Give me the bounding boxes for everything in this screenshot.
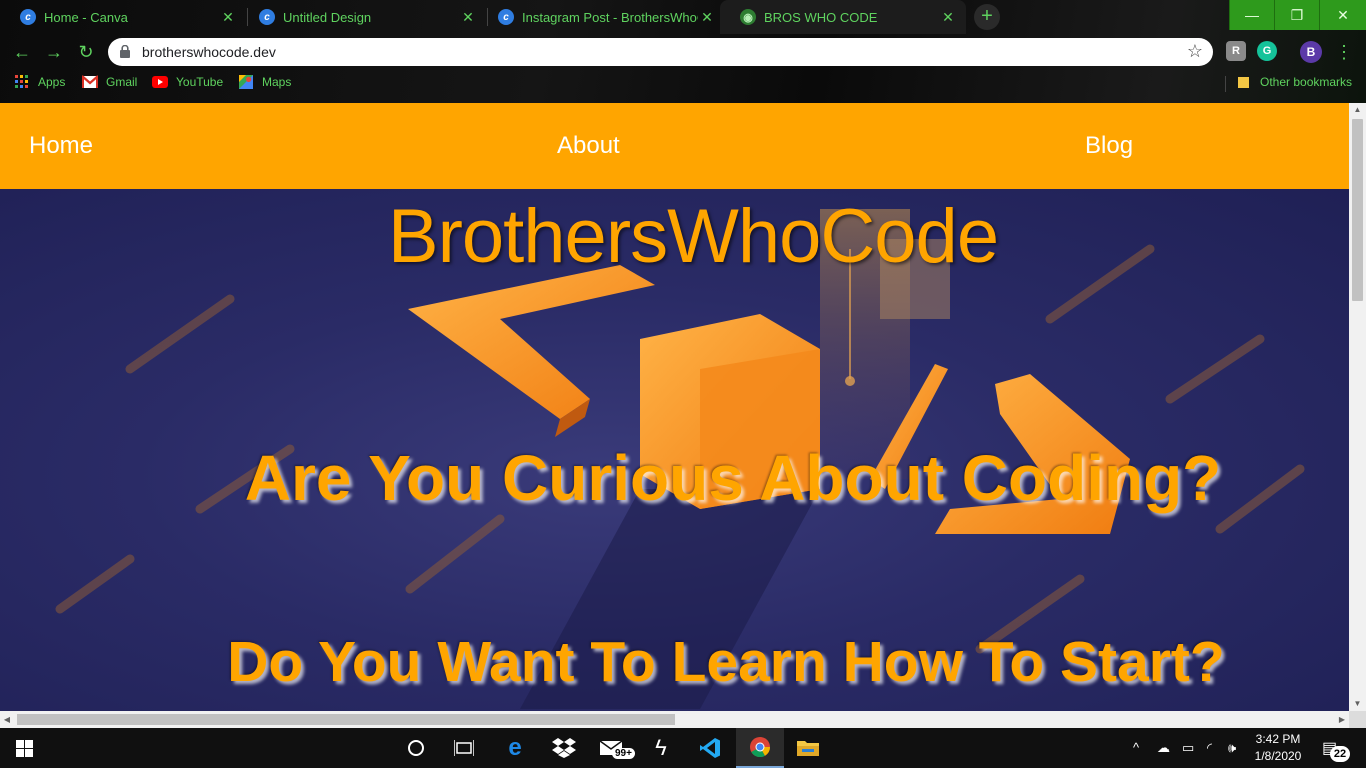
nav-home-link[interactable]: Home	[29, 132, 93, 160]
file-explorer-icon[interactable]	[784, 728, 832, 768]
profile-avatar[interactable]: B	[1300, 41, 1322, 63]
folder-taskbar-icon	[797, 741, 819, 756]
other-bookmarks-label: Other bookmarks	[1260, 75, 1353, 89]
back-icon[interactable]: ←	[10, 40, 34, 64]
other-bookmarks[interactable]: Other bookmarks	[1236, 75, 1352, 89]
mail-badge: 99+	[612, 748, 635, 759]
headline-curious: Are You Curious About Coding?	[244, 442, 1222, 514]
browser-chrome: c Home - Canva ✕ c Untitled Design ✕ c I…	[0, 0, 1366, 103]
close-tab-icon[interactable]: ✕	[460, 9, 476, 25]
tab-home-canva[interactable]: c Home - Canva ✕	[0, 0, 246, 34]
apps-grid-icon	[15, 75, 28, 88]
restore-button[interactable]: ❐	[1274, 0, 1319, 30]
vscode-glyph-icon	[700, 738, 720, 758]
tab-bros-who-code[interactable]: ◉ BROS WHO CODE ✕	[720, 0, 966, 34]
volume-icon[interactable]: 🕪	[1228, 740, 1236, 756]
site-navbar: Home About Blog	[0, 103, 1349, 189]
new-tab-button[interactable]: +	[974, 4, 1000, 30]
bookmark-label: YouTube	[176, 75, 224, 89]
close-tab-icon[interactable]: ✕	[699, 9, 715, 25]
dropbox-icon[interactable]	[540, 728, 588, 768]
windows-taskbar: e 99+ ϟ ^ ☁ ▭ ◜ 🕪 3:42 PM 1/8/2020 ▤ 22	[0, 728, 1366, 768]
tab-untitled-design[interactable]: c Untitled Design ✕	[239, 0, 486, 34]
bookmark-youtube[interactable]: YouTube	[152, 75, 223, 89]
tab-title: Home - Canva	[44, 9, 128, 25]
mail-app-icon[interactable]: 99+	[588, 728, 636, 768]
scroll-right-icon[interactable]: ▶	[1335, 711, 1349, 728]
onedrive-icon[interactable]: ☁	[1157, 740, 1170, 756]
browser-toolbar: ← → ↻ brotherswhocode.dev ☆ R G	[0, 34, 1366, 70]
show-hidden-icons[interactable]: ^	[1133, 740, 1139, 755]
dropbox-glyph-icon	[552, 738, 576, 758]
tab-title: Untitled Design	[283, 9, 372, 25]
windows-logo-icon	[15, 739, 33, 757]
canva-icon: c	[259, 9, 275, 25]
reload-icon[interactable]: ↻	[74, 40, 98, 64]
menu-icon[interactable]: ⋮	[1335, 38, 1353, 66]
close-tab-icon[interactable]: ✕	[940, 9, 956, 25]
lock-icon	[120, 45, 130, 58]
scroll-up-icon[interactable]: ▲	[1349, 103, 1366, 117]
url-text: brotherswhocode.dev	[142, 44, 276, 60]
bookmark-label: Gmail	[106, 75, 138, 89]
canva-icon: c	[20, 9, 36, 25]
horizontal-scrollbar[interactable]: ◀ ▶	[0, 711, 1349, 728]
system-clock[interactable]: 3:42 PM 1/8/2020	[1248, 731, 1308, 765]
extension-r-icon[interactable]: R	[1226, 41, 1246, 61]
vertical-scrollbar[interactable]: ▲ ▼	[1349, 103, 1366, 711]
clock-date: 1/8/2020	[1254, 749, 1302, 763]
page-viewport: Home About Blog BrothersWhoCode Are You …	[0, 103, 1349, 711]
headline-learn: Do You Want To Learn How To Start?	[227, 630, 1225, 694]
close-tab-icon[interactable]: ✕	[220, 9, 236, 25]
vertical-scroll-thumb[interactable]	[1352, 119, 1363, 301]
bookmark-apps[interactable]: Apps	[14, 75, 65, 89]
circle-icon	[408, 740, 424, 756]
site-title: BrothersWhoCode	[387, 194, 999, 279]
gmail-icon	[82, 75, 98, 88]
bookmark-gmail[interactable]: Gmail	[82, 75, 137, 89]
tab-strip: c Home - Canva ✕ c Untitled Design ✕ c I…	[0, 0, 1366, 34]
bookmarks-bar: Apps Gmail YouTube Maps Other bookmarks	[0, 70, 1366, 98]
bookmark-star-icon[interactable]: ☆	[1187, 41, 1203, 62]
horizontal-scroll-thumb[interactable]	[17, 714, 675, 725]
address-bar[interactable]: brotherswhocode.dev ☆	[108, 38, 1213, 66]
task-view-glyph-icon	[454, 740, 474, 756]
start-button[interactable]	[0, 728, 48, 768]
tab-title: BROS WHO CODE	[764, 9, 878, 25]
tab-instagram-post[interactable]: c Instagram Post - BrothersWhoCo ✕	[478, 0, 725, 34]
edge-icon[interactable]: e	[491, 728, 539, 768]
youtube-icon	[152, 76, 168, 88]
forward-icon[interactable]: →	[42, 40, 66, 64]
notification-count: 22	[1330, 746, 1350, 762]
chrome-taskbar-icon[interactable]	[736, 728, 784, 768]
bookmark-maps[interactable]: Maps	[238, 75, 291, 89]
battery-icon[interactable]: ▭	[1182, 740, 1194, 756]
scrollbar-corner	[1349, 711, 1366, 728]
vscode-icon[interactable]	[686, 728, 734, 768]
grammarly-icon[interactable]: G	[1257, 41, 1277, 61]
maps-icon	[239, 75, 253, 89]
nav-about-link[interactable]: About	[557, 132, 620, 160]
globe-icon: ◉	[740, 9, 756, 25]
canva-icon: c	[498, 9, 514, 25]
bookmark-separator	[1225, 76, 1226, 92]
scroll-left-icon[interactable]: ◀	[0, 711, 14, 728]
wifi-icon[interactable]: ◜	[1207, 740, 1212, 756]
close-window-button[interactable]: ✕	[1319, 0, 1366, 30]
bookmark-label: Apps	[38, 75, 66, 89]
minimize-button[interactable]: —	[1229, 0, 1274, 30]
cortana-search-icon[interactable]	[392, 728, 440, 768]
app-s-icon[interactable]: ϟ	[637, 728, 685, 768]
action-center-icon[interactable]: ▤ 22	[1322, 738, 1350, 762]
bookmark-label: Maps	[262, 75, 292, 89]
clock-time: 3:42 PM	[1255, 732, 1301, 746]
hero-section: BrothersWhoCode Are You Curious About Co…	[0, 189, 1349, 711]
chrome-icon	[750, 737, 771, 758]
tab-title: Instagram Post - BrothersWhoCo	[522, 9, 698, 25]
task-view-icon[interactable]	[440, 728, 488, 768]
folder-icon	[1238, 77, 1249, 88]
scroll-down-icon[interactable]: ▼	[1349, 697, 1366, 711]
nav-blog-link[interactable]: Blog	[1085, 132, 1133, 160]
